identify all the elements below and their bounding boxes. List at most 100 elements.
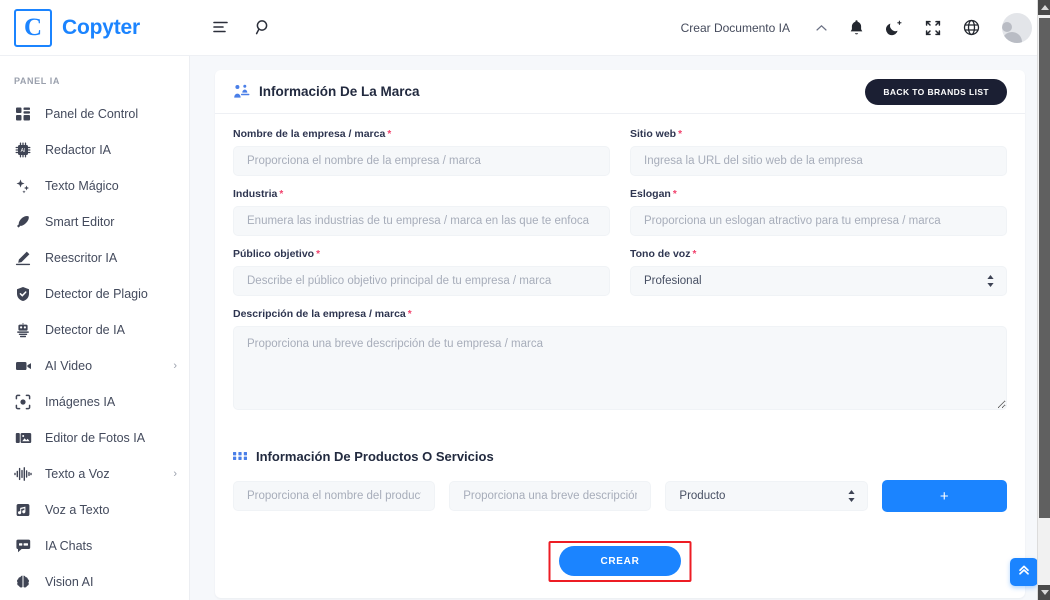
label-text: Público objetivo	[233, 248, 315, 260]
scroll-to-top-button[interactable]	[1010, 558, 1038, 586]
sidebar-item-label: Editor de Fotos IA	[45, 431, 146, 445]
sidebar-item-label: Voz a Texto	[45, 503, 110, 517]
back-to-brands-list-button[interactable]: BACK TO BRANDS LIST	[865, 78, 1007, 105]
logo-icon: C	[14, 8, 52, 47]
search-icon[interactable]	[255, 19, 272, 36]
brand-info-card: Información De La Marca BACK TO BRANDS L…	[215, 70, 1025, 598]
sidebar-item-redactor-ia[interactable]: AI Redactor IA	[0, 132, 189, 168]
robot-icon	[14, 321, 32, 339]
create-document-dropdown[interactable]: Crear Documento IA	[681, 21, 827, 35]
company-name-label: Nombre de la empresa / marca *	[233, 128, 610, 140]
fullscreen-icon[interactable]	[925, 20, 941, 36]
brand-name: Copyter	[62, 15, 140, 39]
sparkles-icon	[14, 177, 32, 195]
product-name-input[interactable]	[233, 481, 436, 511]
field-company-name: Nombre de la empresa / marca *	[233, 128, 610, 176]
field-description: Descripción de la empresa / marca *	[233, 308, 1007, 415]
product-description-input[interactable]	[449, 481, 652, 511]
chat-bubble-icon	[14, 537, 32, 555]
header-left-icons	[190, 19, 272, 36]
brand-card-title: Información De La Marca	[259, 84, 420, 99]
sidebar-item-label: Detector de IA	[45, 323, 125, 337]
scrollbar-down-arrow[interactable]	[1038, 585, 1050, 600]
grid-dots-icon	[233, 451, 247, 463]
field-tone-of-voice: Tono de voz * Profesional	[630, 248, 1007, 296]
field-slogan: Eslogan *	[630, 188, 1007, 236]
sidebar-item-detector-de-ia[interactable]: Detector de IA	[0, 312, 189, 348]
sidebar-item-label: Imágenes IA	[45, 395, 116, 409]
chip-ai-icon: AI	[14, 141, 32, 159]
sidebar-item-vision-ai[interactable]: Vision AI	[0, 564, 189, 600]
app-root: C Copyter Crear Documento IA PANEL IA Pa…	[0, 0, 1050, 600]
product-type-select[interactable]: Producto	[665, 481, 868, 511]
dashboard-icon	[14, 105, 32, 123]
label-text: Tono de voz	[630, 248, 691, 260]
crear-button[interactable]: CREAR	[559, 546, 681, 576]
moon-icon[interactable]	[886, 19, 903, 36]
website-input[interactable]	[630, 146, 1007, 176]
sidebar-item-label: Texto a Voz	[45, 467, 110, 481]
sidebar-item-voz-a-texto[interactable]: Voz a Texto	[0, 492, 189, 528]
sidebar-item-label: Vision AI	[45, 575, 94, 589]
required-asterisk: *	[279, 189, 284, 200]
app-body: PANEL IA Panel de Control AI Redactor IA…	[0, 56, 1050, 600]
chevron-up-icon[interactable]	[816, 21, 827, 35]
triangle-down-icon	[1040, 590, 1049, 595]
music-note-icon	[14, 501, 32, 519]
create-document-label: Crear Documento IA	[680, 20, 790, 35]
sidebar-item-ai-video[interactable]: AI Video ›	[0, 348, 189, 384]
label-text: Nombre de la empresa / marca	[233, 128, 386, 140]
globe-icon[interactable]	[963, 19, 980, 36]
label-text: Eslogan	[630, 188, 671, 200]
sidebar-item-texto-magico[interactable]: Texto Mágico	[0, 168, 189, 204]
brain-icon	[14, 573, 32, 591]
sidebar: PANEL IA Panel de Control AI Redactor IA…	[0, 56, 190, 600]
main-content: Información De La Marca BACK TO BRANDS L…	[190, 56, 1050, 600]
submit-area: CREAR	[215, 530, 1025, 598]
target-audience-label: Público objetivo *	[233, 248, 610, 260]
page-scrollbar[interactable]	[1037, 0, 1050, 600]
target-audience-input[interactable]	[233, 266, 610, 296]
sidebar-item-label: Texto Mágico	[45, 179, 119, 193]
shield-check-icon	[14, 285, 32, 303]
required-asterisk: *	[316, 249, 320, 260]
sidebar-item-reescritor-ia[interactable]: Reescritor IA	[0, 240, 189, 276]
scrollbar-thumb[interactable]	[1039, 18, 1050, 518]
sidebar-item-smart-editor[interactable]: Smart Editor	[0, 204, 189, 240]
required-asterisk: *	[678, 129, 682, 140]
scrollbar-up-arrow[interactable]	[1038, 0, 1050, 15]
bell-icon[interactable]	[849, 19, 864, 36]
sidebar-item-detector-de-plagio[interactable]: Detector de Plagio	[0, 276, 189, 312]
waveform-icon	[14, 465, 32, 483]
photo-edit-icon	[14, 429, 32, 447]
sidebar-item-imagenes-ia[interactable]: Imágenes IA	[0, 384, 189, 420]
avatar[interactable]	[1002, 12, 1032, 43]
sidebar-item-editor-de-fotos-ia[interactable]: Editor de Fotos IA	[0, 420, 189, 456]
field-target-audience: Público objetivo *	[233, 248, 610, 296]
camera-frame-icon	[14, 393, 32, 411]
sidebar-item-panel-de-control[interactable]: Panel de Control	[0, 96, 189, 132]
sidebar-item-label: Detector de Plagio	[45, 287, 148, 301]
add-product-button[interactable]: +	[881, 480, 1007, 512]
header-right-controls: Crear Documento IA	[681, 12, 1050, 43]
chevron-right-icon: ›	[173, 360, 177, 372]
brand-logo-area[interactable]: C Copyter	[0, 8, 190, 47]
svg-text:AI: AI	[21, 148, 26, 154]
description-textarea[interactable]	[233, 326, 1007, 410]
pen-icon	[14, 213, 32, 231]
label-text: Industria	[233, 188, 278, 200]
sidebar-item-texto-a-voz[interactable]: Texto a Voz ›	[0, 456, 189, 492]
slogan-input[interactable]	[630, 206, 1007, 236]
sidebar-item-label: Reescritor IA	[45, 251, 118, 265]
menu-lines-icon[interactable]	[212, 20, 229, 35]
sidebar-item-ia-chats[interactable]: IA Chats	[0, 528, 189, 564]
brand-card-header: Información De La Marca BACK TO BRANDS L…	[215, 70, 1025, 114]
brand-fields-grid: Nombre de la empresa / marca* Sitio web*	[233, 128, 1007, 308]
brand-card-body: Nombre de la empresa / marca* Sitio web*	[215, 114, 1025, 433]
company-name-input[interactable]	[233, 146, 610, 176]
products-section-header: Información De Productos O Servicios	[233, 449, 1007, 464]
industry-input[interactable]	[233, 206, 610, 236]
label-text: Sitio web	[630, 128, 677, 140]
sidebar-section-title: PANEL IA	[14, 76, 60, 86]
tone-of-voice-select[interactable]: Profesional	[630, 266, 1007, 296]
